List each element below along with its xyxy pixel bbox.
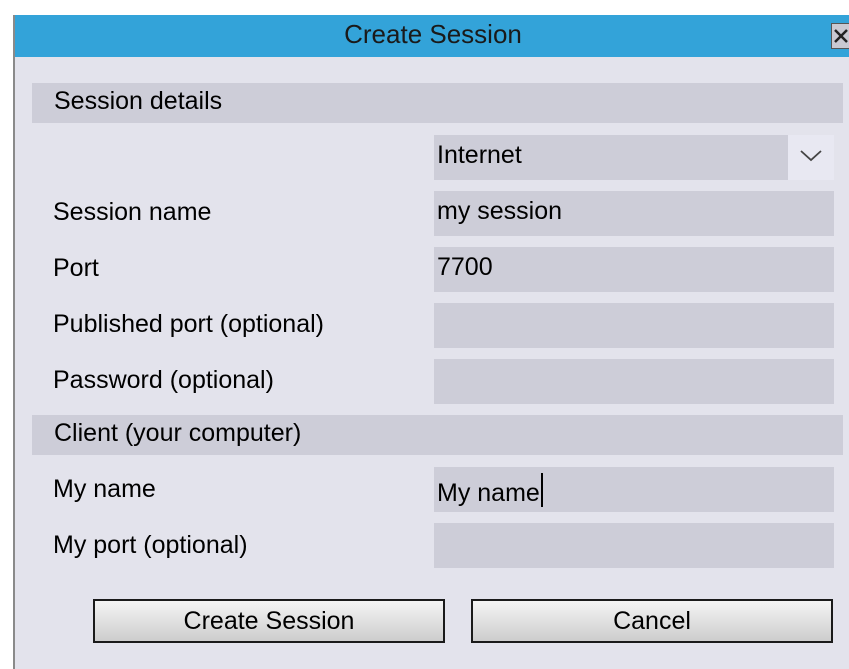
section-header-session-details: Session details	[32, 83, 843, 123]
my-name-input[interactable]: My name	[434, 467, 834, 512]
close-icon	[834, 29, 848, 43]
session-name-label: Session name	[53, 198, 212, 226]
section-header-client: Client (your computer)	[32, 415, 843, 455]
cancel-button[interactable]: Cancel	[471, 599, 833, 643]
my-port-input[interactable]	[434, 523, 834, 568]
section-title: Session details	[54, 87, 223, 115]
network-type-value: Internet	[437, 141, 522, 169]
create-session-dialog: Create Session Session details Internet …	[13, 15, 849, 669]
dialog-title: Create Session	[344, 19, 522, 49]
password-input[interactable]	[434, 359, 834, 404]
port-input[interactable]: 7700	[434, 247, 834, 292]
title-bar[interactable]: Create Session	[15, 15, 849, 57]
published-port-input[interactable]	[434, 303, 834, 348]
password-label: Password (optional)	[53, 366, 274, 394]
port-label: Port	[53, 254, 99, 282]
port-value: 7700	[437, 253, 493, 281]
session-name-value: my session	[437, 197, 563, 225]
network-type-select[interactable]: Internet	[434, 135, 834, 180]
chevron-down-icon	[800, 150, 822, 162]
my-name-value: My name	[437, 479, 540, 507]
close-button[interactable]	[831, 23, 849, 49]
my-name-label: My name	[53, 475, 156, 503]
session-name-input[interactable]: my session	[434, 191, 834, 236]
section-title: Client (your computer)	[54, 419, 302, 447]
create-session-button[interactable]: Create Session	[93, 599, 445, 643]
my-port-label: My port (optional)	[53, 531, 248, 559]
published-port-label: Published port (optional)	[53, 310, 324, 338]
dropdown-button[interactable]	[788, 135, 834, 180]
text-cursor	[540, 473, 543, 507]
